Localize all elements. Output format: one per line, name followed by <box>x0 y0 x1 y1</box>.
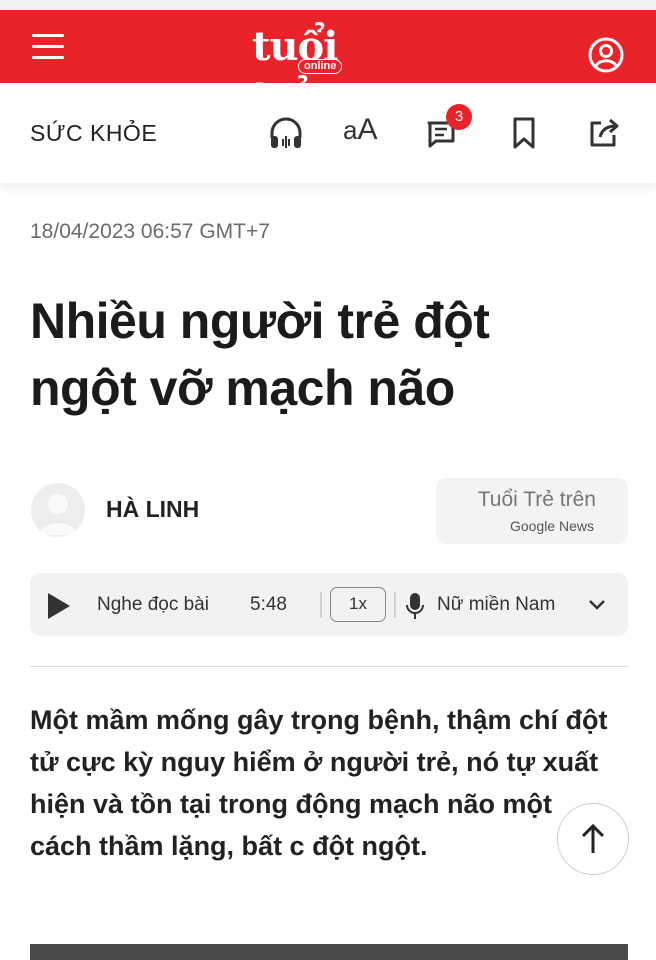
play-icon[interactable] <box>48 593 70 619</box>
player-divider <box>320 592 322 618</box>
top-header: tuổi trẻ online <box>0 0 656 120</box>
bookmark-icon[interactable] <box>504 111 544 155</box>
author-avatar[interactable] <box>31 483 85 537</box>
audio-player: Nghe đọc bài 5:48 1x Nữ miền Nam <box>30 573 628 636</box>
scroll-to-top-button[interactable] <box>557 803 629 875</box>
playback-speed-button[interactable]: 1x <box>330 587 386 622</box>
voice-select[interactable]: Nữ miền Nam <box>437 594 555 616</box>
account-icon[interactable] <box>587 36 625 74</box>
google-news-line-2: Google News <box>509 518 594 534</box>
article-lead: Một mầm mống gây trọng bệnh, thậm chí độ… <box>30 705 608 861</box>
font-size-small-letter: a <box>343 115 358 145</box>
headline-line-1: Nhiều người trẻ đột <box>30 293 490 349</box>
font-size-icon[interactable]: aA <box>343 113 377 147</box>
article-headline: Nhiều người trẻ đột ngột vỡ mạch não <box>30 288 630 422</box>
hamburger-menu-icon[interactable] <box>32 34 68 64</box>
article-image <box>30 944 628 960</box>
listen-label: Nghe đọc bài <box>97 594 209 615</box>
chevron-down-icon[interactable] <box>586 593 608 615</box>
comment-count-badge: 3 <box>446 104 472 130</box>
site-logo[interactable]: tuổi trẻ online <box>252 22 392 120</box>
author-name[interactable]: HÀ LINH <box>106 496 199 523</box>
section-label[interactable]: SỨC KHỎE <box>30 120 157 147</box>
logo-sub-text: online <box>298 59 343 74</box>
article-toolbar: SỨC KHỎE aA <box>0 83 656 183</box>
player-divider <box>394 592 396 618</box>
google-news-line-1: Tuổi Trẻ trên <box>477 488 596 511</box>
audio-duration: 5:48 <box>250 594 287 615</box>
arrow-up-icon <box>581 823 605 853</box>
font-size-large-letter: A <box>357 113 378 146</box>
publish-timestamp: 18/04/2023 06:57 GMT+7 <box>30 220 270 243</box>
microphone-icon <box>405 591 425 621</box>
google-news-follow-button[interactable]: Tuổi Trẻ trên Google News <box>436 478 628 544</box>
headline-line-2: ngột vỡ mạch não <box>30 360 455 416</box>
share-icon[interactable] <box>584 111 624 155</box>
content-divider <box>30 666 628 667</box>
headphones-icon[interactable] <box>266 111 306 155</box>
